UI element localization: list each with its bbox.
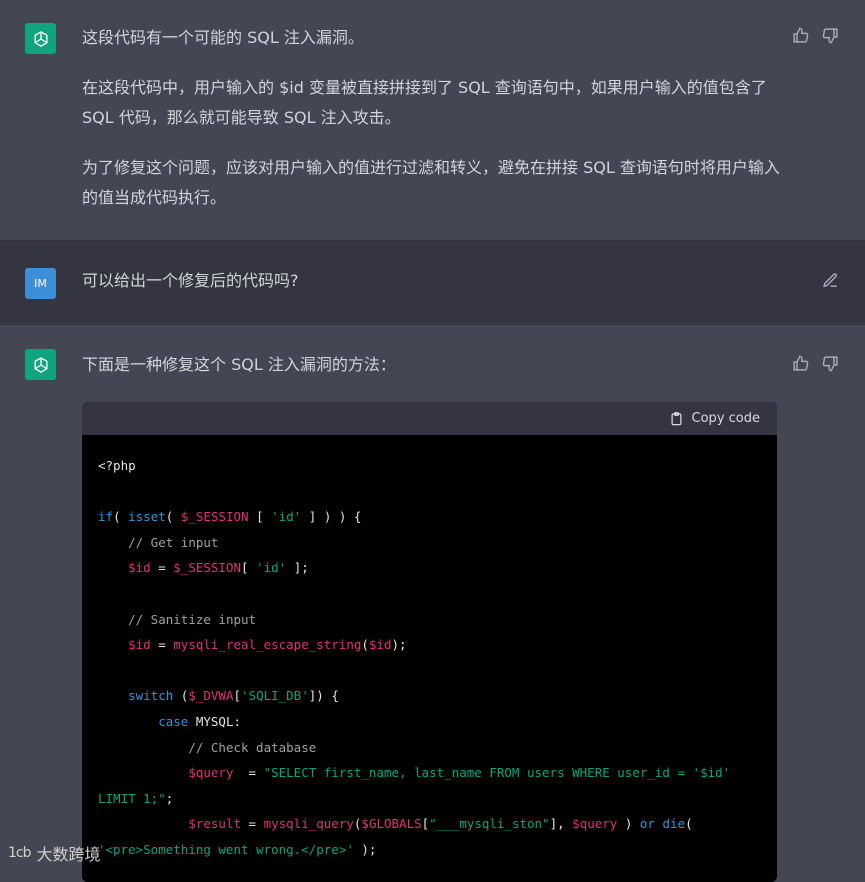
chatgpt-avatar — [25, 23, 56, 54]
assistant-paragraph: 在这段代码中，用户输入的 $id 变量被直接拼接到了 SQL 查询语句中，如果用… — [82, 78, 767, 127]
edit-icon[interactable] — [821, 271, 839, 289]
watermark-text: 大数跨境 — [36, 845, 101, 864]
code-block-header: Copy code — [82, 402, 777, 435]
assistant-paragraph: 为了修复这个问题，应该对用户输入的值进行过滤和转义，避免在拼接 SQL 查询语句… — [82, 158, 780, 207]
assistant-intro: 下面是一种修复这个 SQL 注入漏洞的方法： — [82, 355, 396, 374]
copy-code-button[interactable]: Copy code — [669, 411, 760, 427]
thumbs-down-icon[interactable] — [821, 26, 839, 44]
clipboard-icon — [671, 411, 682, 425]
user-avatar: IM — [25, 268, 56, 299]
thumbs-down-icon[interactable] — [821, 354, 839, 372]
code-content: <?php if( isset( $_SESSION [ 'id' ] ) ) … — [98, 458, 731, 857]
openai-logo-icon — [34, 30, 47, 47]
user-question: 可以给出一个修复后的代码吗? — [82, 271, 299, 290]
assistant-message-1: 这段代码有一个可能的 SQL 注入漏洞。 在这段代码中，用户输入的 $id 变量… — [0, 0, 865, 240]
user-message: IM 可以给出一个修复后的代码吗? — [0, 240, 865, 326]
thumbs-up-icon[interactable] — [791, 354, 809, 372]
openai-logo-icon — [34, 356, 47, 373]
code-block: Copy code <?php if( isset( $_SESSION [ '… — [82, 402, 777, 882]
assistant-heading: 这段代码有一个可能的 SQL 注入漏洞。 — [82, 28, 364, 47]
chatgpt-avatar — [25, 349, 56, 380]
thumbs-up-icon[interactable] — [791, 26, 809, 44]
watermark-logo: 1cb — [8, 845, 31, 861]
copy-code-label: Copy code — [691, 411, 760, 426]
watermark: 1cb 大数跨境 — [8, 841, 101, 865]
